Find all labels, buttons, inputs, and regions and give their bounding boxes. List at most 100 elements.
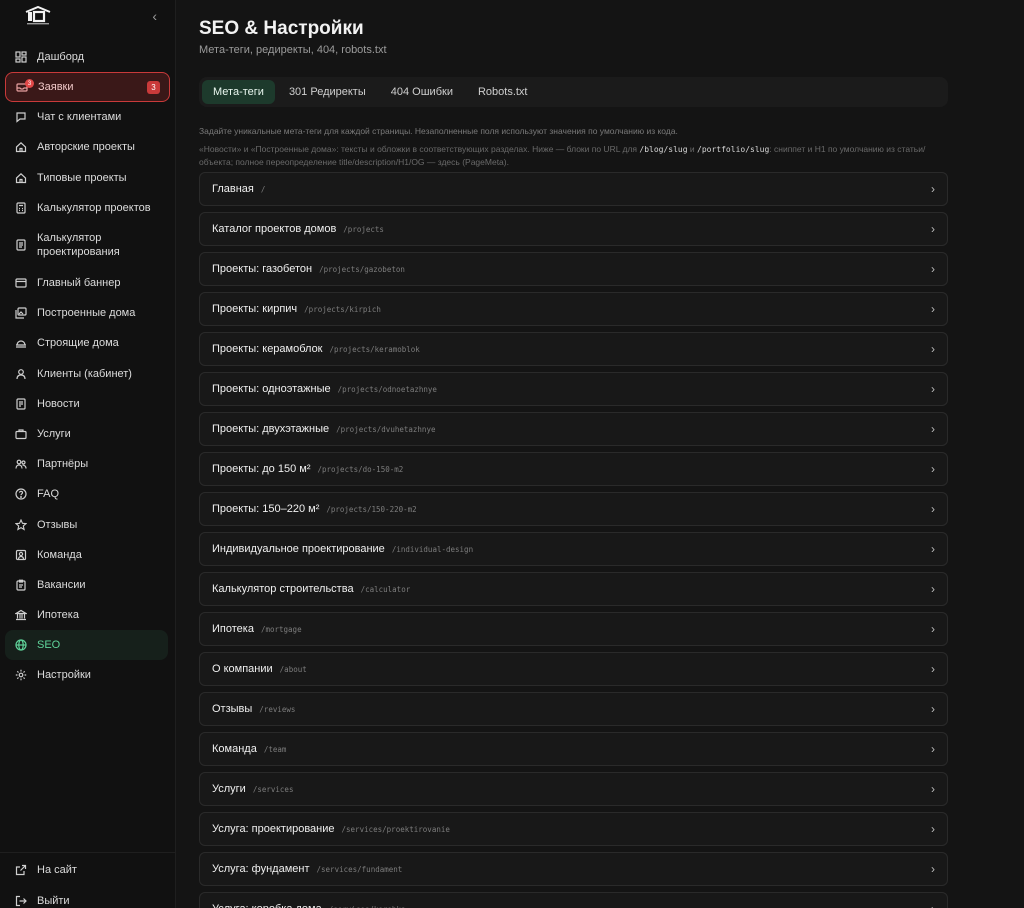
chevron-right-icon: ›	[931, 582, 935, 596]
home-icon	[14, 171, 28, 185]
page-meta-path: /individual-design	[391, 544, 474, 554]
calculator-icon	[14, 201, 28, 215]
company-logo[interactable]	[24, 6, 52, 26]
page-meta-path: /calculator	[360, 584, 411, 594]
user-icon	[14, 367, 28, 381]
briefcase-icon	[14, 427, 28, 441]
sidebar-item-label: Партнёры	[37, 458, 89, 471]
sidebar-item-project-calculator[interactable]: Калькулятор проектов	[0, 193, 176, 223]
sidebar-item-seo[interactable]: SEO	[5, 630, 168, 661]
page-meta-row[interactable]: Главная / ›	[199, 172, 948, 206]
sidebar-item-partners[interactable]: Партнёры	[0, 449, 176, 479]
chevron-right-icon: ›	[931, 702, 935, 716]
dashboard-icon	[14, 50, 28, 64]
page-meta-title: Проекты: 150–220 м²	[212, 503, 320, 515]
page-meta-row[interactable]: Проекты: керамоблок/projects/keramoblok ›	[199, 332, 948, 366]
page-meta-row[interactable]: Отзывы/reviews ›	[199, 692, 948, 726]
sidebar-item-dashboard[interactable]: Дашборд	[0, 42, 176, 72]
page-meta-path: /mortgage	[260, 624, 302, 634]
page-meta-path: /	[260, 184, 266, 194]
sidebar-item-services[interactable]: Услуги	[0, 419, 176, 449]
page-meta-title: О компании	[212, 663, 273, 675]
page-meta-row[interactable]: Услуги/services ›	[199, 772, 948, 806]
meta-tags-note: «Новости» и «Построенные дома»: тексты и…	[199, 143, 948, 168]
note-code-blog: /blog/slug	[639, 145, 688, 154]
page-meta-title: Каталог проектов домов	[212, 223, 337, 235]
page-meta-path: /team	[263, 744, 287, 754]
sidebar-item-vacancies[interactable]: Вакансии	[0, 570, 176, 600]
sidebar-item-settings[interactable]: Настройки	[0, 660, 176, 690]
sidebar-nav: Дашборд 3 Заявки 3 Чат с клиентами Автор…	[0, 42, 176, 691]
note-text: «Новости» и «Построенные дома»: тексты и…	[199, 144, 640, 154]
chevron-right-icon: ›	[925, 902, 935, 908]
tab-robots-txt[interactable]: Robots.txt	[467, 80, 539, 104]
sidebar-item-main-banner[interactable]: Главный баннер	[0, 268, 176, 298]
sidebar-item-requests[interactable]: 3 Заявки 3	[5, 72, 170, 103]
construction-icon	[14, 336, 28, 350]
note-code-portfolio: /portfolio/slug	[697, 145, 770, 154]
page-meta-row[interactable]: Проекты: двухэтажные/projects/dvuhetazhn…	[199, 412, 948, 446]
chevron-right-icon: ›	[931, 382, 935, 396]
go-to-site-link[interactable]: На сайт	[0, 854, 176, 885]
page-meta-row[interactable]: Проекты: кирпич/projects/kirpich ›	[199, 292, 948, 326]
page-meta-row[interactable]: Услуга: коробка дома/services/korobka ›	[199, 892, 948, 908]
sidebar-item-chat[interactable]: Чат с клиентами	[0, 102, 176, 132]
page-meta-title: Проекты: одноэтажные	[212, 383, 331, 395]
clipboard-icon	[14, 578, 28, 592]
logout-button[interactable]: Выйти	[0, 885, 176, 908]
sidebar-item-label: Настройки	[37, 669, 91, 682]
sidebar-item-design-calculator[interactable]: Калькулятор проектирования	[0, 223, 176, 268]
chevron-right-icon: ›	[931, 782, 935, 796]
sidebar-item-team[interactable]: Команда	[0, 540, 176, 570]
chat-icon	[14, 110, 28, 124]
page-meta-row[interactable]: Команда/team ›	[199, 732, 948, 766]
team-icon	[14, 548, 28, 562]
page-meta-title: Услуги	[212, 783, 246, 795]
tab-meta-tags[interactable]: Мета-теги	[202, 80, 275, 104]
page-meta-row[interactable]: Калькулятор строительства/calculator ›	[199, 572, 948, 606]
chevron-right-icon: ›	[931, 262, 935, 276]
sidebar-item-label: Вакансии	[37, 578, 86, 591]
page-meta-row[interactable]: О компании/about ›	[199, 652, 948, 686]
requests-count-badge: 3	[147, 81, 160, 95]
chevron-right-icon: ›	[931, 182, 935, 196]
page-meta-row[interactable]: Проекты: до 150 м²/projects/do-150-m2 ›	[199, 452, 948, 486]
page-meta-title: Калькулятор строительства	[212, 583, 354, 595]
page-meta-title: Главная	[212, 183, 254, 195]
sidebar-item-label: На сайт	[37, 863, 77, 876]
page-meta-row[interactable]: Услуга: фундамент/services/fundament ›	[199, 852, 948, 886]
page-meta-title: Индивидуальное проектирование	[212, 543, 385, 555]
sidebar-item-mortgage[interactable]: Ипотека	[0, 600, 176, 630]
sidebar: ‹ Дашборд 3 Заявки 3 Чат с клиентами Авт…	[0, 0, 176, 908]
sidebar-item-reviews[interactable]: Отзывы	[0, 509, 176, 539]
sidebar-item-label: FAQ	[37, 488, 60, 501]
collapse-sidebar-button[interactable]: ‹	[152, 9, 157, 23]
sidebar-item-building-houses[interactable]: Строящие дома	[0, 328, 176, 358]
sidebar-item-label: Строящие дома	[37, 337, 119, 350]
page-meta-row[interactable]: Проекты: газобетон/projects/gazobeton ›	[199, 252, 948, 286]
sidebar-item-label: Построенные дома	[37, 307, 136, 320]
page-meta-row[interactable]: Каталог проектов домов/projects ›	[199, 212, 948, 246]
sidebar-item-clients[interactable]: Клиенты (кабинет)	[0, 359, 176, 389]
chevron-right-icon: ›	[931, 622, 935, 636]
page-meta-path: /projects	[343, 224, 384, 234]
page-meta-title: Проекты: двухэтажные	[212, 423, 330, 435]
globe-icon	[14, 638, 28, 652]
sidebar-item-built-houses[interactable]: Построенные дома	[0, 298, 176, 328]
page-meta-title: Ипотека	[212, 623, 254, 635]
sidebar-item-author-projects[interactable]: Авторские проекты	[0, 132, 176, 162]
sidebar-item-label: Клиенты (кабинет)	[37, 367, 132, 380]
page-meta-row[interactable]: Ипотека/mortgage ›	[199, 612, 948, 646]
sidebar-item-faq[interactable]: FAQ	[0, 479, 176, 509]
page-meta-title: Отзывы	[212, 703, 253, 715]
page-meta-row[interactable]: Услуга: проектирование/services/proektir…	[199, 812, 948, 846]
tab-301-redirects[interactable]: 301 Редиректы	[278, 80, 377, 104]
sidebar-item-news[interactable]: Новости	[0, 389, 176, 419]
page-meta-row[interactable]: Проекты: 150–220 м²/projects/150-220-m2 ›	[199, 492, 948, 526]
page-meta-title: Услуга: коробка дома	[212, 903, 322, 908]
sidebar-item-typical-projects[interactable]: Типовые проекты	[0, 163, 176, 193]
chevron-right-icon: ›	[931, 462, 935, 476]
page-meta-row[interactable]: Проекты: одноэтажные/projects/odnoetazhn…	[199, 372, 948, 406]
page-meta-row[interactable]: Индивидуальное проектирование/individual…	[199, 532, 948, 566]
tab-404-errors[interactable]: 404 Ошибки	[380, 80, 464, 104]
